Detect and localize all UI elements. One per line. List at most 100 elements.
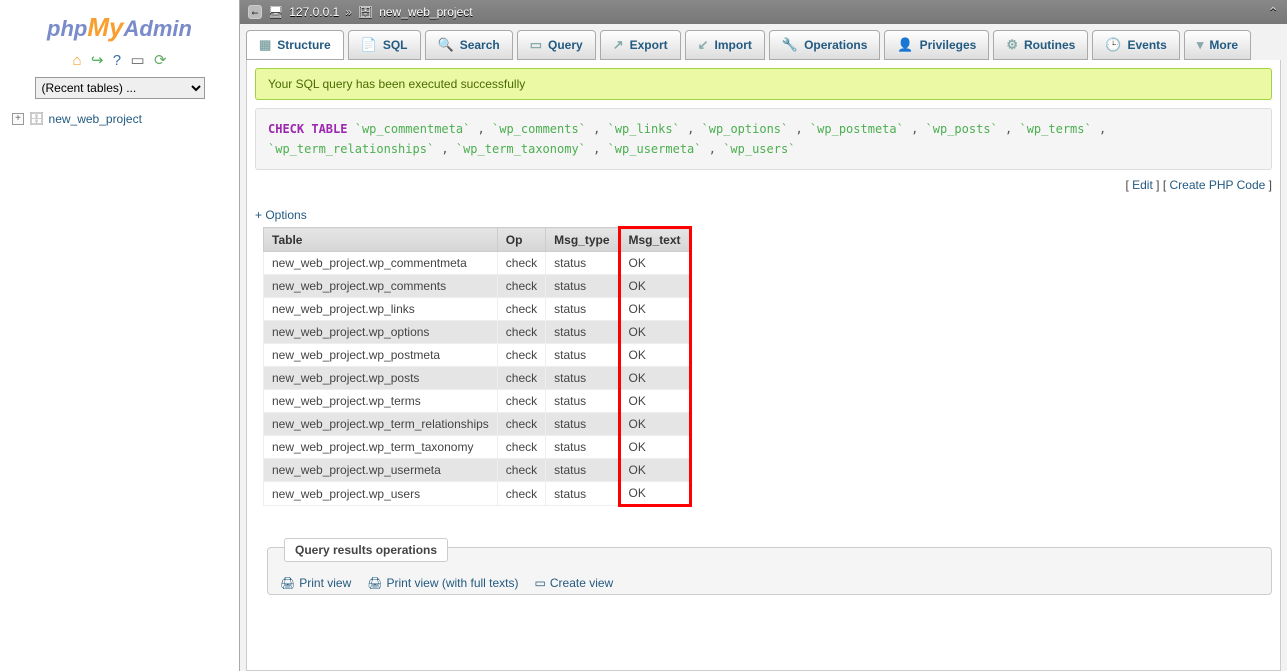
tab-label: Routines — [1024, 38, 1075, 52]
table-cell: new_web_project.wp_users — [264, 482, 498, 506]
tab-routines[interactable]: ⚙ Routines — [993, 30, 1088, 60]
home-icon[interactable]: ⌂ — [72, 52, 81, 69]
sql-table-name: `wp_links` — [608, 122, 687, 136]
sql-table-name: `wp_commentmeta` — [355, 122, 478, 136]
table-cell: status — [546, 344, 619, 367]
help-icon[interactable]: ? — [113, 52, 121, 69]
table-cell: new_web_project.wp_usermeta — [264, 459, 498, 482]
tab-label: Search — [460, 38, 500, 52]
tab-structure[interactable]: ▦ Structure — [246, 30, 344, 60]
table-cell: OK — [619, 413, 690, 436]
routines-icon: ⚙ — [1006, 37, 1018, 53]
table-row: new_web_project.wp_termscheckstatusOK — [264, 390, 691, 413]
table-row: new_web_project.wp_commentmetacheckstatu… — [264, 252, 691, 275]
tab-label: Import — [715, 38, 752, 52]
table-cell: check — [497, 252, 545, 275]
table-cell: check — [497, 298, 545, 321]
sql-table-name: `wp_comments` — [492, 122, 593, 136]
server-icon: 🖥 — [268, 5, 283, 19]
content-area: Your SQL query has been executed success… — [246, 60, 1281, 671]
table-cell: status — [546, 413, 619, 436]
db-tree-item[interactable]: + 🗄 new_web_project — [12, 111, 231, 127]
column-header[interactable]: Table — [264, 228, 498, 252]
column-header[interactable]: Msg_text — [619, 228, 690, 252]
sql-table-name: `wp_usermeta` — [608, 142, 709, 156]
table-cell: status — [546, 390, 619, 413]
table-cell: new_web_project.wp_term_relationships — [264, 413, 498, 436]
breadcrumb-separator: » — [345, 5, 352, 19]
print-icon: 🖨 — [367, 576, 382, 590]
table-cell: new_web_project.wp_links — [264, 298, 498, 321]
table-row: new_web_project.wp_postmetacheckstatusOK — [264, 344, 691, 367]
table-cell: OK — [619, 298, 690, 321]
result-table: TableOpMsg_typeMsg_text new_web_project.… — [263, 226, 692, 507]
tab-label: Structure — [277, 38, 330, 52]
table-cell: status — [546, 482, 619, 506]
tab-label: Operations — [804, 38, 867, 52]
sql-table-name: `wp_terms` — [1019, 122, 1098, 136]
column-header[interactable]: Msg_type — [546, 228, 619, 252]
success-message: Your SQL query has been executed success… — [255, 68, 1272, 100]
table-cell: OK — [619, 482, 690, 506]
view-icon: ▭ — [535, 576, 546, 590]
tab-search[interactable]: 🔍Search — [425, 30, 513, 60]
structure-icon: ▦ — [259, 37, 271, 53]
print-view-full-link[interactable]: 🖨Print view (with full texts) — [367, 576, 518, 590]
tab-operations[interactable]: 🔧Operations — [769, 30, 881, 60]
sidebar-icon-bar: ⌂ ↪ ? ▭ ⟳ — [8, 51, 231, 69]
collapse-icon[interactable]: ⌃ — [1267, 4, 1279, 21]
options-toggle[interactable]: + Options — [255, 208, 1272, 222]
sql-table-name: `wp_users` — [723, 142, 795, 156]
table-cell: new_web_project.wp_terms — [264, 390, 498, 413]
column-header[interactable]: Op — [497, 228, 545, 252]
tab-query[interactable]: ▭Query — [517, 30, 596, 60]
tab-import[interactable]: ↙ Import — [685, 30, 765, 60]
query-ops-title: Query results operations — [284, 538, 448, 562]
sql-icon: 📄 — [361, 37, 377, 53]
create-php-code-link[interactable]: Create PHP Code — [1169, 178, 1265, 192]
table-row: new_web_project.wp_term_taxonomychecksta… — [264, 436, 691, 459]
table-cell: OK — [619, 252, 690, 275]
server-name[interactable]: 127.0.0.1 — [289, 5, 339, 19]
import-icon: ↙ — [698, 37, 709, 53]
table-cell: status — [546, 252, 619, 275]
table-cell: check — [497, 390, 545, 413]
table-cell: check — [497, 482, 545, 506]
nav-back-icon[interactable]: ← — [248, 5, 262, 19]
sql-table-name: `wp_term_taxonomy` — [456, 142, 593, 156]
table-cell: OK — [619, 367, 690, 390]
reload-icon[interactable]: ⟳ — [154, 51, 167, 69]
main-panel: ← 🖥 127.0.0.1 » 🗄 new_web_project ⌃ ▦Str… — [240, 0, 1287, 671]
table-cell: OK — [619, 275, 690, 298]
recent-tables-select[interactable]: (Recent tables) ... — [35, 77, 205, 99]
tab-label: SQL — [383, 38, 408, 52]
sql-table-name: `wp_postmeta` — [810, 122, 911, 136]
edit-link[interactable]: Edit — [1132, 178, 1153, 192]
privileges-icon: 👤 — [897, 37, 913, 53]
export-icon: ↗ — [613, 37, 624, 53]
create-view-link[interactable]: ▭Create view — [535, 576, 614, 590]
logout-icon[interactable]: ↪ — [91, 51, 104, 69]
breadcrumb-database[interactable]: new_web_project — [379, 5, 472, 19]
print-icon: 🖨 — [280, 576, 295, 590]
tab-privileges[interactable]: 👤 Privileges — [884, 30, 989, 60]
table-cell: check — [497, 459, 545, 482]
tab-sql[interactable]: 📄 SQL — [348, 30, 421, 60]
tab-label: Privileges — [920, 38, 977, 52]
table-cell: new_web_project.wp_options — [264, 321, 498, 344]
tab-events[interactable]: 🕒Events — [1092, 30, 1180, 60]
db-name: new_web_project — [49, 112, 142, 126]
print-view-link[interactable]: 🖨Print view — [280, 576, 351, 590]
query-icon: ▭ — [530, 37, 542, 53]
table-cell: status — [546, 459, 619, 482]
expand-icon[interactable]: + — [12, 113, 24, 125]
tab-label: More — [1209, 38, 1238, 52]
tab-export[interactable]: ↗Export — [600, 30, 681, 60]
table-cell: status — [546, 436, 619, 459]
sql-table-name: `wp_posts` — [926, 122, 1005, 136]
table-cell: status — [546, 298, 619, 321]
phpmyadmin-logo: phpMyAdmin — [8, 12, 231, 43]
docs-icon[interactable]: ▭ — [130, 51, 144, 69]
table-row: new_web_project.wp_linkscheckstatusOK — [264, 298, 691, 321]
tab-more[interactable]: ▾More — [1184, 30, 1251, 60]
